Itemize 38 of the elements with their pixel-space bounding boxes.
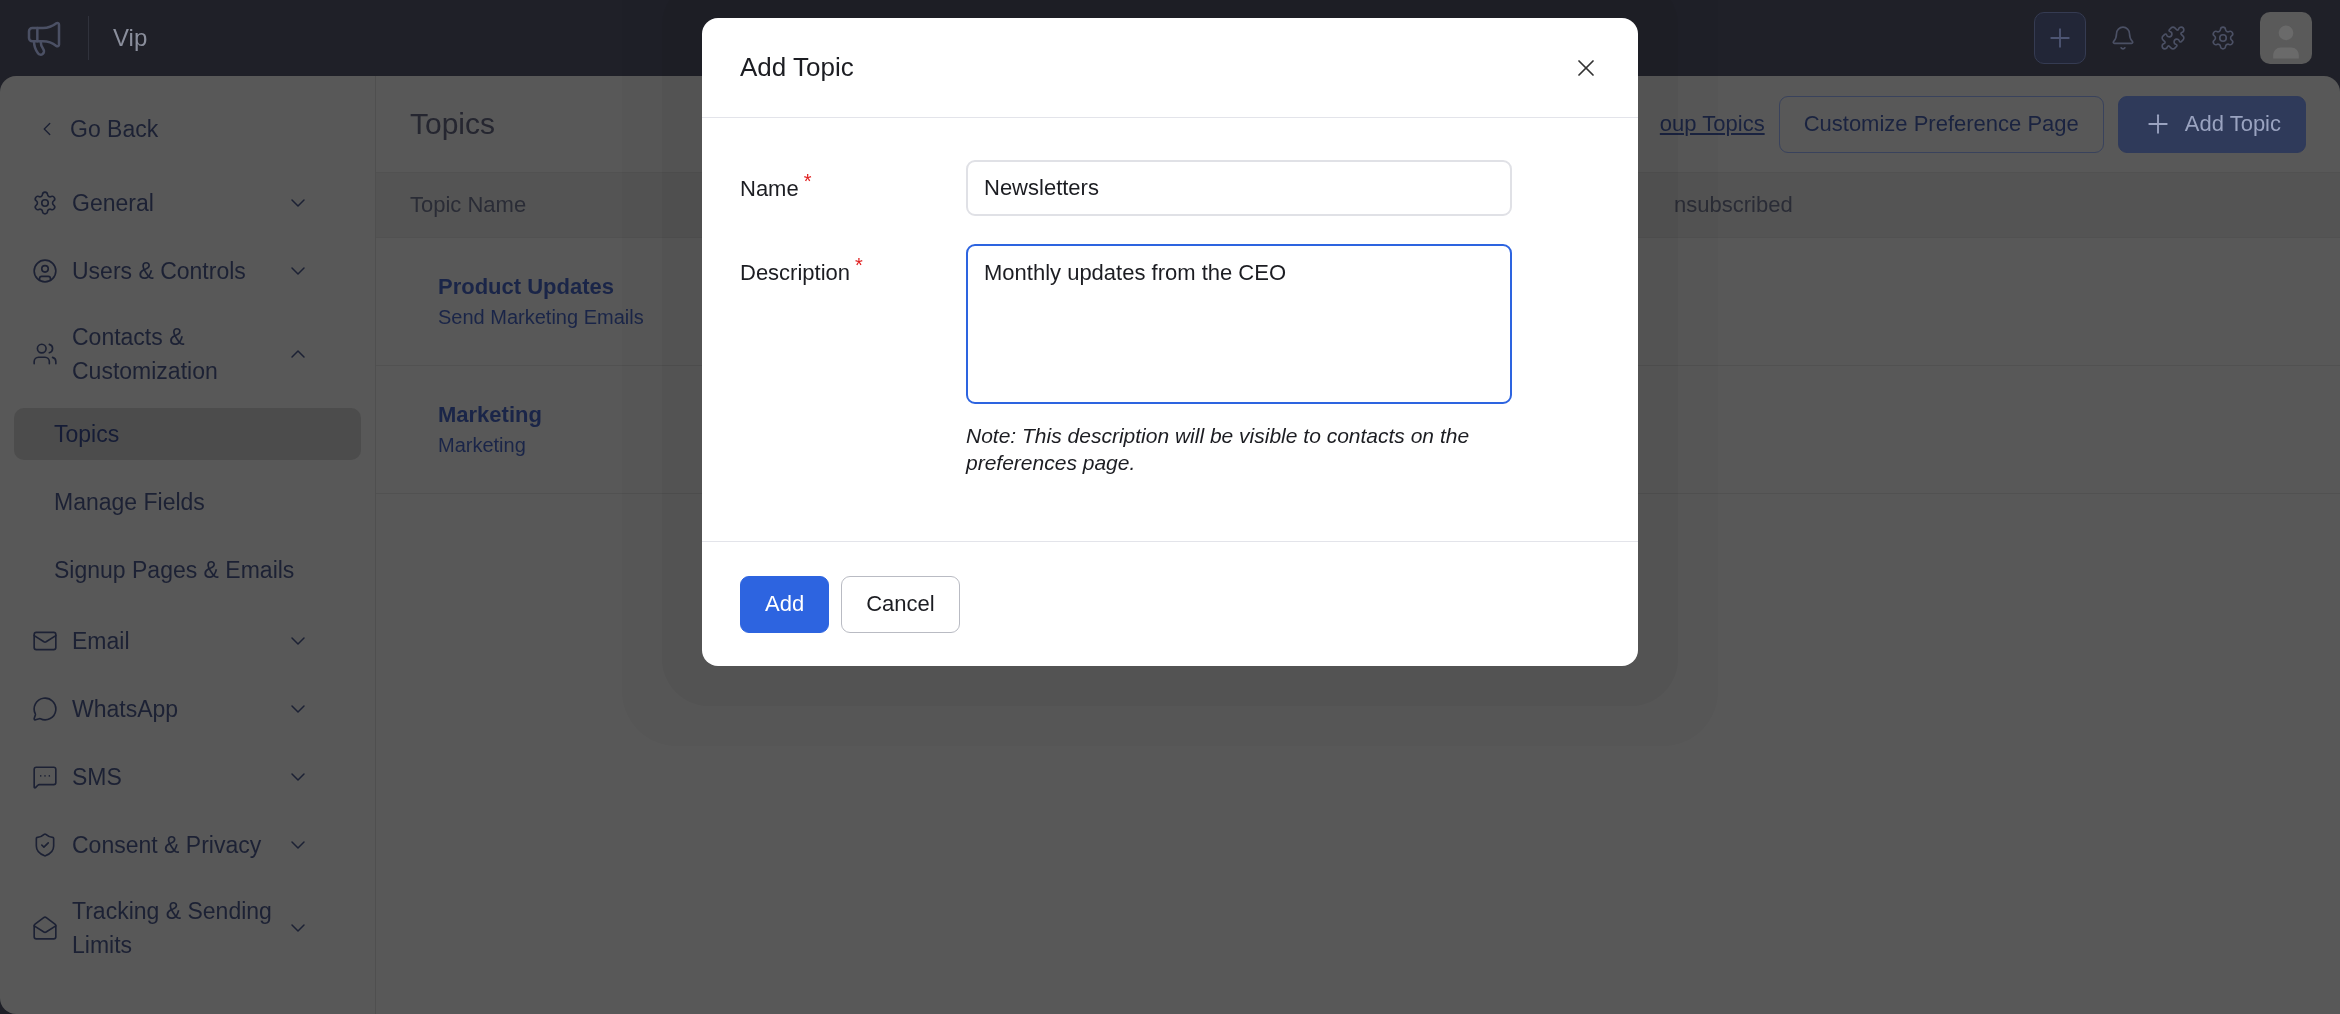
bell-icon[interactable] xyxy=(2110,25,2136,51)
gear-icon xyxy=(32,190,58,216)
sidebar-item[interactable]: Contacts & Customization xyxy=(14,310,361,398)
sidebar-item[interactable]: Consent & Privacy xyxy=(14,816,361,874)
field-label: Description * xyxy=(740,253,864,286)
message-icon xyxy=(32,764,58,790)
add-topic-button[interactable]: Add Topic xyxy=(2117,95,2306,153)
dialog-title: Add Topic xyxy=(740,52,855,83)
settings-icon[interactable] xyxy=(2210,25,2236,51)
customize-button[interactable]: Customize Preference Page xyxy=(1778,95,2104,153)
name-field[interactable]: Newsletters xyxy=(966,160,1512,216)
sidebar-subitem[interactable]: Signup Pages & Emails xyxy=(14,544,361,596)
sidebar-item[interactable]: Users & Controls xyxy=(14,242,361,300)
topic-description: Marketing xyxy=(438,434,526,457)
workspace-name: Vip xyxy=(113,24,148,52)
sidebar-subitem[interactable]: Manage Fields xyxy=(14,476,361,528)
note-text: Note: This description will be visible to contacts on the preferences page. xyxy=(966,423,1471,476)
user-circle-icon xyxy=(32,258,58,284)
create-button[interactable] xyxy=(2034,12,2086,64)
users-icon xyxy=(32,341,58,367)
sidebar-item[interactable]: WhatsApp xyxy=(14,680,361,738)
go-back-link[interactable]: Go Back xyxy=(14,104,361,154)
topics-link[interactable]: oup Topics xyxy=(1659,111,1765,137)
sidebar-item[interactable]: SMS xyxy=(14,748,361,806)
description-field[interactable]: Monthly updates from the CEO xyxy=(966,244,1512,404)
cancel-button[interactable]: Cancel xyxy=(841,575,960,633)
open-envelope-icon xyxy=(32,915,58,941)
topic-name[interactable]: Marketing xyxy=(438,402,542,428)
sidebar-item[interactable]: Email xyxy=(14,612,361,670)
sidebar-subitem[interactable]: Topics xyxy=(14,408,361,460)
topic-description: Send Marketing Emails xyxy=(438,306,644,329)
sidebar-item[interactable]: General xyxy=(14,174,361,232)
topic-name[interactable]: Product Updates xyxy=(438,274,615,300)
add-button[interactable]: Add xyxy=(740,575,830,633)
avatar[interactable] xyxy=(2260,12,2312,64)
puzzle-icon[interactable] xyxy=(2160,25,2186,51)
sidebar-item[interactable]: Tracking & Sending Limits xyxy=(14,884,361,972)
chat-bubble-icon xyxy=(32,696,58,722)
